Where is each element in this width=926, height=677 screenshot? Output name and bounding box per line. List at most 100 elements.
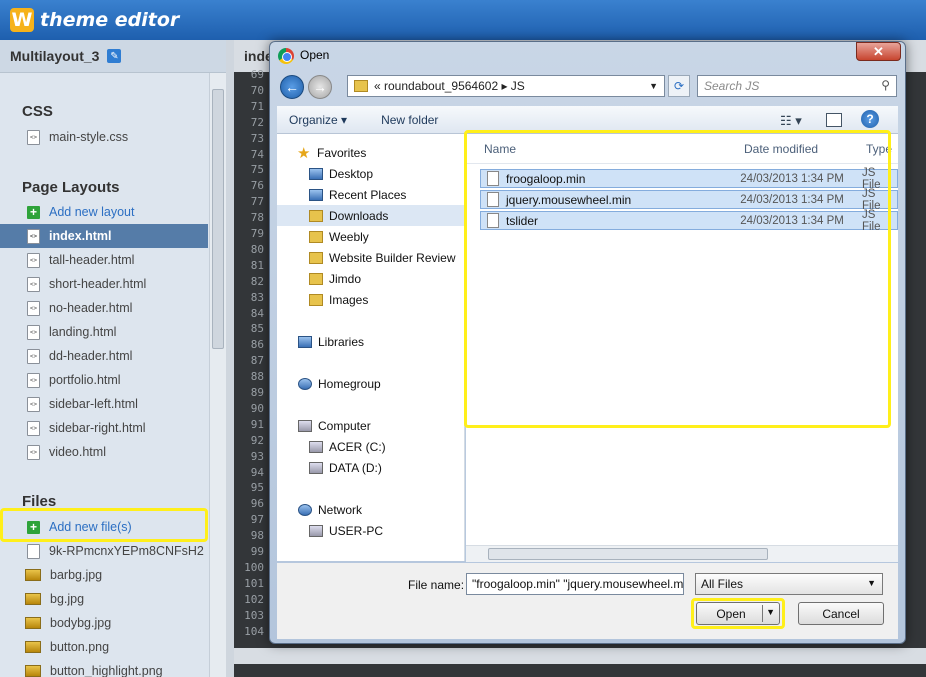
organize-menu[interactable]: Organize ▾ xyxy=(289,113,347,127)
line-number: 98 xyxy=(250,529,264,543)
file-item[interactable]: button_highlight.png xyxy=(0,659,208,677)
list-item[interactable]: tslider 24/03/2013 1:34 PM JS File xyxy=(480,209,898,233)
file-type-select[interactable]: All Files ▼ xyxy=(695,573,883,595)
folder-icon xyxy=(354,80,368,92)
list-item[interactable]: froogaloop.min 24/03/2013 1:34 PM JS Fil… xyxy=(480,167,898,191)
line-number: 85 xyxy=(250,322,264,336)
layout-item[interactable]: <> dd-header.html xyxy=(0,344,208,368)
address-bar[interactable]: « roundabout_9564602 ▸ JS ▼ xyxy=(347,75,665,97)
add-layout-button[interactable]: + Add new layout xyxy=(0,200,208,224)
plus-icon: + xyxy=(27,205,40,219)
app-logo[interactable]: W theme editor xyxy=(10,7,179,33)
line-number: 97 xyxy=(250,513,264,527)
column-headers: Name Date modified Type xyxy=(466,134,898,164)
file-icon: <> xyxy=(27,324,40,340)
list-item[interactable]: jquery.mousewheel.min 24/03/2013 1:34 PM… xyxy=(480,188,898,212)
file-icon xyxy=(487,213,499,228)
nav-item[interactable]: Jimdo xyxy=(277,268,465,289)
chevron-down-icon[interactable]: ▼ xyxy=(766,607,775,617)
plus-icon: + xyxy=(27,520,40,534)
help-icon[interactable]: ? xyxy=(861,110,879,128)
line-number: 86 xyxy=(250,338,264,352)
dialog-toolbar: Organize ▾ New folder xyxy=(277,106,898,134)
chrome-icon xyxy=(278,48,294,64)
line-number: 74 xyxy=(250,147,264,161)
editor-hscrollbar[interactable] xyxy=(234,648,926,664)
line-number: 104 xyxy=(244,624,264,638)
nav-favorites[interactable]: ★ Favorites xyxy=(277,142,465,163)
scrollbar-thumb[interactable] xyxy=(488,548,768,560)
navigation-pane: ★ Favorites Desktop Recent Places Downloa… xyxy=(277,134,465,561)
close-button[interactable]: ✕ xyxy=(856,42,901,61)
nav-item[interactable]: Downloads xyxy=(277,205,465,226)
nav-item[interactable]: Images xyxy=(277,289,465,310)
line-number: 81 xyxy=(250,258,264,272)
edit-pencil-icon[interactable]: ✎ xyxy=(107,49,122,63)
file-icon xyxy=(487,171,499,186)
column-date-modified[interactable]: Date modified xyxy=(744,142,818,156)
line-number: 101 xyxy=(244,576,264,590)
sidebar-file-main-style[interactable]: <> main-style.css xyxy=(0,125,208,149)
logo-icon: W xyxy=(10,8,34,32)
file-item[interactable]: 9k-RPmcnxYEPm8CNFsH2 xyxy=(0,539,208,563)
layout-item[interactable]: <> video.html xyxy=(0,440,208,464)
refresh-button[interactable]: ⟳ xyxy=(668,75,690,97)
forward-button[interactable]: → xyxy=(308,75,332,99)
line-number: 88 xyxy=(250,370,264,384)
layout-item[interactable]: <> no-header.html xyxy=(0,296,208,320)
line-number: 87 xyxy=(250,354,264,368)
computer-icon xyxy=(298,419,312,432)
file-icon: <> xyxy=(27,252,40,268)
chevron-down-icon[interactable]: ▼ xyxy=(649,81,658,91)
line-number: 95 xyxy=(250,481,264,495)
nav-drive[interactable]: DATA (D:) xyxy=(277,457,465,478)
file-item[interactable]: bg.jpg xyxy=(0,587,208,611)
nav-network[interactable]: Network xyxy=(277,499,465,520)
section-css: CSS xyxy=(22,103,53,120)
nav-item[interactable]: Desktop xyxy=(277,163,465,184)
layout-item[interactable]: <> index.html xyxy=(0,224,208,248)
breadcrumb[interactable]: « roundabout_9564602 ▸ JS xyxy=(374,79,525,93)
nav-item[interactable]: Weebly xyxy=(277,226,465,247)
line-number: 80 xyxy=(250,242,264,256)
column-type[interactable]: Type xyxy=(866,142,892,156)
file-item[interactable]: barbg.jpg xyxy=(0,563,208,587)
dialog-title: Open xyxy=(300,48,330,62)
scrollbar-thumb[interactable] xyxy=(212,89,224,349)
sidebar-collapse-handle[interactable] xyxy=(226,40,234,677)
file-list-hscrollbar[interactable] xyxy=(466,545,898,562)
layout-item[interactable]: <> landing.html xyxy=(0,320,208,344)
open-button[interactable]: Open ▼ xyxy=(696,602,780,625)
cancel-button[interactable]: Cancel xyxy=(798,602,884,625)
line-number: 75 xyxy=(250,163,264,177)
layout-item[interactable]: <> short-header.html xyxy=(0,272,208,296)
nav-item[interactable]: Website Builder Review xyxy=(277,247,465,268)
add-files-button[interactable]: + Add new file(s) xyxy=(0,515,208,539)
nav-net-item[interactable]: USER-PC xyxy=(277,520,465,541)
line-number: 82 xyxy=(250,274,264,288)
line-number: 76 xyxy=(250,179,264,193)
layout-item[interactable]: <> sidebar-left.html xyxy=(0,392,208,416)
back-button[interactable]: ← xyxy=(280,75,304,99)
nav-drive[interactable]: ACER (C:) xyxy=(277,436,465,457)
nav-item[interactable]: Recent Places xyxy=(277,184,465,205)
file-icon: <> xyxy=(27,276,40,292)
search-input[interactable]: Search JS ⚲ xyxy=(697,75,897,97)
app-title: theme editor xyxy=(40,9,180,31)
sidebar-scrollbar[interactable] xyxy=(209,73,226,677)
layout-item[interactable]: <> sidebar-right.html xyxy=(0,416,208,440)
preview-pane-icon[interactable] xyxy=(826,113,842,127)
line-number: 84 xyxy=(250,306,264,320)
file-name-input[interactable]: "froogaloop.min" "jquery.mousewheel.min"… xyxy=(466,573,684,595)
view-options-icon[interactable]: ☷ ▾ xyxy=(780,113,802,129)
nav-homegroup[interactable]: Homegroup xyxy=(277,373,465,394)
file-item[interactable]: button.png xyxy=(0,635,208,659)
layout-item[interactable]: <> tall-header.html xyxy=(0,248,208,272)
file-item[interactable]: bodybg.jpg xyxy=(0,611,208,635)
section-page-layouts: Page Layouts xyxy=(22,179,120,196)
nav-libraries[interactable]: Libraries xyxy=(277,331,465,352)
layout-item[interactable]: <> portfolio.html xyxy=(0,368,208,392)
column-name[interactable]: Name xyxy=(484,142,516,156)
nav-computer[interactable]: Computer xyxy=(277,415,465,436)
new-folder-button[interactable]: New folder xyxy=(381,113,438,127)
